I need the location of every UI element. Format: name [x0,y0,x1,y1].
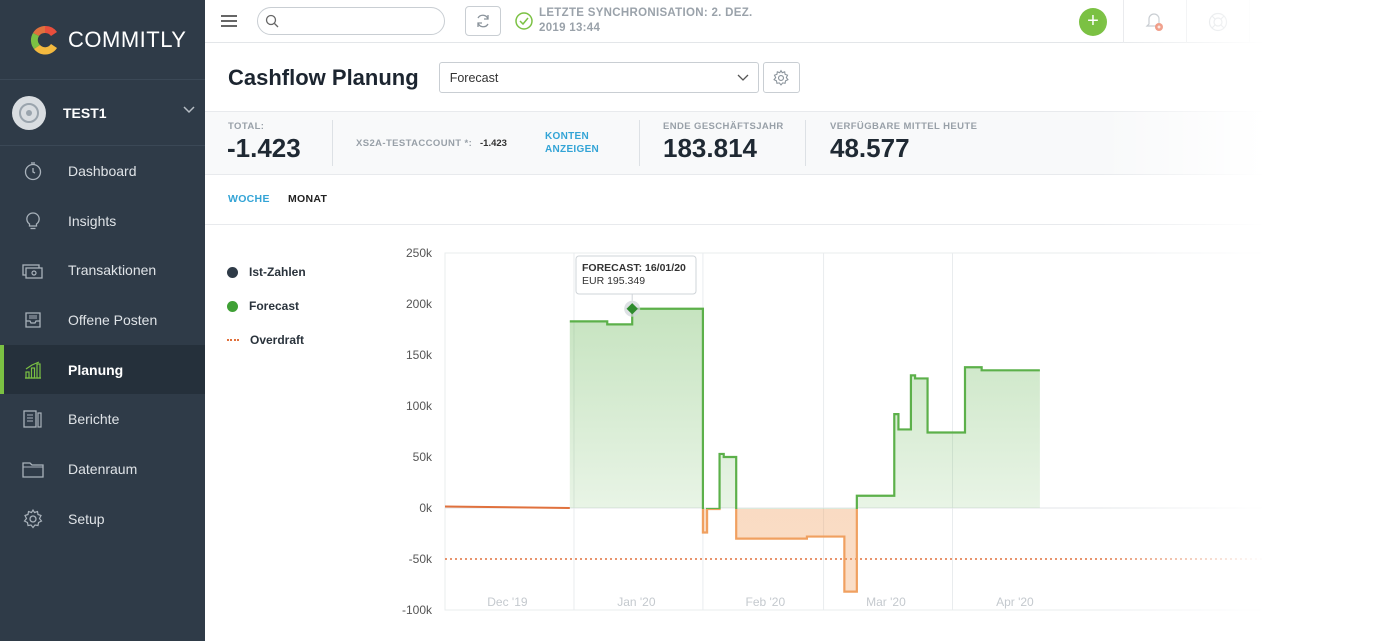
account-label: XS2A-TESTACCOUNT *: [356,138,473,149]
top-bar: LETZTE SYNCHRONISATION: 2. DEZ. 2019 13:… [205,0,1400,43]
logo-text: COMMITLY [68,26,187,52]
account-switcher[interactable]: TEST1 [0,80,205,146]
sidebar-item-label: Berichte [68,411,120,428]
x-tick-label: Jan '20 [617,595,656,609]
hamburger-menu-icon[interactable] [221,15,237,27]
sidebar-item-label: Insights [68,212,117,229]
sidebar-item-label: Setup [68,510,105,527]
available-value: 48.577 [830,133,910,163]
chevron-down-icon [737,74,749,81]
app-window: COMMITLY TEST1 Dashboard Insights Transa… [0,0,1400,641]
y-tick-label: 200k [406,297,433,311]
divider [639,120,640,166]
user-name: JÜRGEN [1304,9,1352,22]
sidebar-item-label: Datenraum [68,460,138,477]
lightbulb-icon [22,210,44,232]
account-name: TEST1 [63,104,107,121]
sync-status: LETZTE SYNCHRONISATION: 2. DEZ. 2019 13:… [515,6,769,36]
x-tick-label: Apr '20 [996,595,1034,609]
user-info: JÜRGEN OWNER [1304,10,1352,34]
available-label: VERFÜGBARE MITTEL HEUTE [830,121,978,132]
divider [805,120,806,166]
y-tick-label: 50k [413,450,433,464]
sidebar-item-berichte[interactable]: Berichte [0,394,205,444]
search-input[interactable] [258,8,444,34]
sidebar-item-dashboard[interactable]: Dashboard [0,146,205,196]
sync-button[interactable] [465,6,501,36]
show-accounts-link[interactable]: KONTEN ANZEIGEN [545,130,599,156]
kpi-bar: TOTAL: -1.423 XS2A-TESTACCOUNT *: -1.423… [205,112,1400,175]
topbar-actions: + JÜRGEN OWNER [1079,0,1400,43]
sidebar-item-label: Transaktionen [68,262,157,279]
divider [332,120,333,166]
page-header: Cashflow Planung Forecast [205,44,1400,112]
x-tick-label: Dec '19 [487,595,528,609]
search-icon [265,14,279,28]
tooltip-title: FORECAST: 16/01/20 [582,262,686,274]
tooltip-value: EUR 195.349 [582,275,645,287]
x-tick-label: Feb '20 [745,595,785,609]
y-tick-label: 0k [419,501,433,515]
gear-icon [773,69,789,86]
cashflow-chart: Ist-Zahlen Forecast Overdraft 250k 200k … [205,226,1400,641]
forecast-area-positive [569,308,1040,509]
inbox-icon [22,309,44,331]
sidebar-item-setup[interactable]: Setup [0,494,205,544]
sidebar-item-transaktionen[interactable]: Transaktionen [0,245,205,295]
y-tick-label: -100k [402,603,433,617]
sidebar: COMMITLY TEST1 Dashboard Insights Transa… [0,0,205,641]
sidebar-item-datenraum[interactable]: Datenraum [0,444,205,494]
plus-icon: + [1087,10,1099,32]
period-tabs: WOCHE MONAT [205,175,1400,225]
plan-select-value: Forecast [449,70,499,85]
page-title: Cashflow Planung [228,64,419,90]
y-tick-label: 100k [406,399,433,413]
folder-icon [22,458,44,480]
help-button[interactable] [1187,0,1249,43]
bar-chart-icon [22,359,44,381]
money-icon [22,259,44,281]
total-value: -1.423 [227,133,301,163]
user-icon [1270,11,1290,33]
stopwatch-icon [22,160,44,182]
refresh-icon [477,14,489,28]
account-value: -1.423 [480,138,507,149]
lifebuoy-icon [1208,12,1228,31]
bell-icon [1145,12,1163,31]
y-tick-label: 150k [406,348,433,362]
notifications-button[interactable] [1124,0,1186,43]
tab-monat[interactable]: MONAT [288,193,327,205]
chevron-down-icon [183,106,195,114]
sidebar-item-label: Dashboard [68,162,137,179]
tab-woche[interactable]: WOCHE [228,193,270,205]
sidebar-item-insights[interactable]: Insights [0,196,205,246]
user-menu[interactable]: JÜRGEN OWNER [1250,0,1400,43]
user-role: OWNER [1304,23,1341,34]
logo[interactable]: COMMITLY [0,0,205,80]
sidebar-item-offene-posten[interactable]: Offene Posten [0,295,205,345]
chart-plot: 250k 200k 150k 100k 50k 0k -50k -100k Dec '19 Jan… [402,246,1400,617]
y-tick-label: 250k [406,246,433,260]
report-icon [22,408,44,430]
year-end-label: ENDE GESCHÄFTSJAHR [663,121,784,132]
gear-icon [22,508,44,530]
year-end-value: 183.814 [663,133,757,163]
sidebar-item-label: Planung [68,361,124,378]
y-tick-label: -50k [409,552,433,566]
commitly-logo-icon [30,25,57,55]
add-button[interactable]: + [1079,7,1107,36]
sync-text: LETZTE SYNCHRONISATION: 2. DEZ. 2019 13:… [539,7,753,34]
aperture-icon [19,102,39,123]
x-tick-label: Mar '20 [866,595,906,609]
sidebar-item-planung[interactable]: Planung [0,344,205,395]
plan-settings-button[interactable] [762,62,800,93]
search-box [257,7,445,35]
sidebar-item-label: Offene Posten [68,311,158,328]
account-avatar [12,95,46,130]
check-circle-icon [515,12,533,30]
total-label: TOTAL: [228,121,265,132]
plan-select[interactable]: Forecast [438,62,759,93]
